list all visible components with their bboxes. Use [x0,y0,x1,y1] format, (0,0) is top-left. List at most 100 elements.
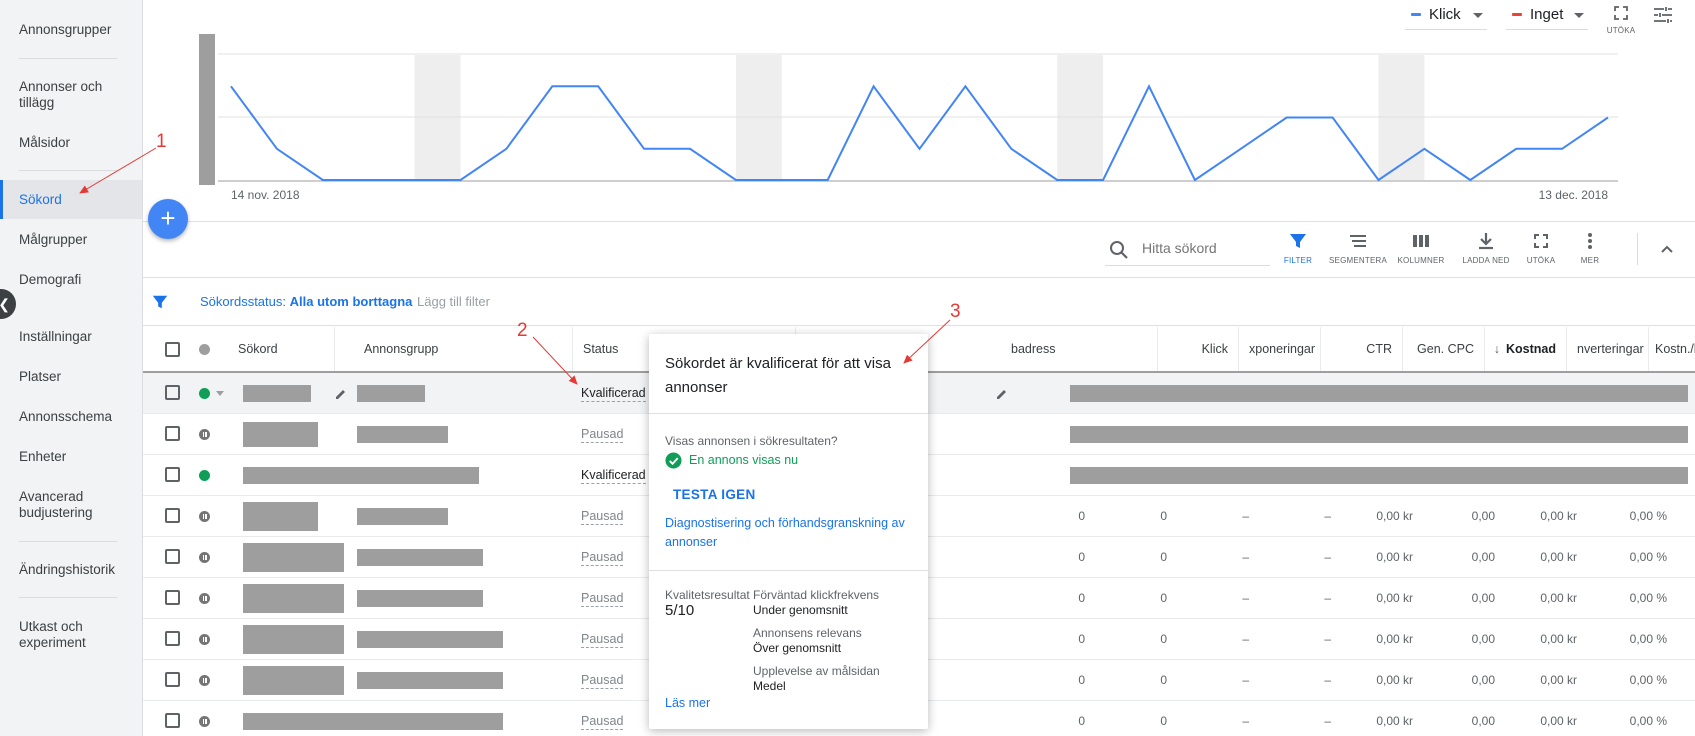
col-cpc[interactable]: Gen. CPC [1403,327,1485,371]
cell-cost: 0,00 kr [1376,509,1413,523]
select-all-checkbox[interactable] [165,342,180,357]
expand-label: UTÖKA [1526,256,1556,265]
cell-clicks: 0 [1078,714,1085,728]
edit-icon[interactable] [995,387,1009,401]
chevron-down-icon[interactable] [216,391,224,396]
sidebar-item-keywords[interactable]: Sökord [19,192,137,208]
status-paused[interactable]: Pausad [581,672,624,689]
col-cost-per-conv[interactable]: Kostn./konv. [1649,327,1695,371]
col-ctr[interactable]: CTR [1321,327,1403,371]
keyword-text-redacted [243,666,344,695]
status-qualified[interactable]: Kvalificerad [581,467,646,484]
columns-label: KOLUMNER [1397,256,1445,265]
collapse-chart-button[interactable] [1657,239,1677,259]
cell-conversions: 0,00 [1471,632,1495,646]
keyword-text-redacted [243,543,344,572]
row-checkbox[interactable] [165,508,180,523]
edit-icon[interactable] [334,387,348,401]
row-checkbox[interactable] [165,713,180,728]
cell-cost-per-conv: 0,00 kr [1540,673,1577,687]
status-paused-icon [199,429,210,440]
col-conversions[interactable]: nverteringar [1567,327,1649,371]
col-cost[interactable]: ↓ Kostnad [1485,327,1567,371]
row-checkbox[interactable] [165,631,180,646]
sidebar-divider [19,170,117,171]
cell-impressions: 0 [1160,591,1167,605]
sidebar-item-ad-schedule[interactable]: Annonsschema [19,409,137,425]
segment-icon [1350,235,1366,247]
status-enabled-icon [199,388,210,399]
status-paused[interactable]: Pausad [581,590,624,607]
status-paused[interactable]: Pausad [581,426,624,443]
landing-page-label: Upplevelse av målsidan [753,664,880,678]
more-button[interactable]: MER [1575,231,1605,265]
add-button[interactable]: + [148,199,188,239]
adgroup-text-redacted [357,385,425,402]
sidebar-item-drafts[interactable]: Utkast och experiment [19,619,137,651]
sidebar-item-locations[interactable]: Platser [19,369,137,385]
row-checkbox[interactable] [165,672,180,687]
filter-button[interactable]: FILTER [1278,231,1318,265]
row-checkbox[interactable] [165,385,180,400]
sidebar-divider [19,597,117,598]
sidebar-item-advanced-bid[interactable]: Avancerad budjustering [19,489,137,521]
cell-cpc: – [1324,632,1331,646]
sidebar-item-change-history[interactable]: Ändringshistorik [19,562,137,578]
sidebar-item-ad-groups[interactable]: Annonsgrupper [19,22,137,38]
expand-table-button[interactable]: UTÖKA [1523,231,1559,265]
status-paused[interactable]: Pausad [581,713,624,730]
sidebar-item-settings[interactable]: Inställningar [19,329,137,345]
adgroup-text-redacted [357,426,448,443]
diagnostics-link[interactable]: Diagnostisering och förhandsgranskning a… [665,514,915,552]
cell-ctr: – [1242,550,1249,564]
cell-ctr: – [1242,714,1249,728]
cell-clicks: 0 [1078,632,1085,646]
x-tick-end: 13 dec. 2018 [1539,188,1609,202]
sidebar-item-landing-pages[interactable]: Målsidor [19,135,137,151]
download-button[interactable]: LADDA NED [1462,231,1510,265]
keyword-status-popup: Sökordet är kvalificerat för att visa an… [649,334,928,729]
row-checkbox[interactable] [165,590,180,605]
col-clicks[interactable]: Klick [1093,327,1239,371]
status-filter-chip[interactable]: Sökordsstatus: Alla utom borttagna [200,294,412,309]
columns-button[interactable]: KOLUMNER [1396,231,1446,265]
app-root: Annonsgrupper Annonser och tillägg Målsi… [0,0,1695,736]
adgroup-text-redacted [357,508,448,525]
row-checkbox[interactable] [165,426,180,441]
segment-label: SEGMENTERA [1329,256,1388,265]
sidebar-item-devices[interactable]: Enheter [19,449,137,465]
sidebar-divider [19,58,117,59]
col-impressions[interactable]: xponeringar [1239,327,1321,371]
retry-button[interactable]: TESTA IGEN [673,487,756,502]
row-checkbox[interactable] [165,549,180,564]
cell-cpc: – [1324,591,1331,605]
search-input[interactable] [1142,240,1262,256]
cell-conv-rate: 0,00 % [1629,550,1667,564]
col-cost-label: Kostnad [1506,342,1556,356]
col-keyword[interactable]: Sökord [224,327,335,371]
plus-icon: + [160,203,176,233]
line-chart: 14 nov. 2018 13 dec. 2018 [199,34,1618,202]
expected-ctr-label: Förväntad klickfrekvens [753,588,880,602]
status-qualified[interactable]: Kvalificerad [581,385,646,402]
sidebar-item-ads[interactable]: Annonser och tillägg [19,79,137,111]
cell-impressions: 0 [1160,714,1167,728]
add-filter-button[interactable]: Lägg till filter [417,294,490,309]
adgroup-text-redacted [357,631,503,648]
status-paused[interactable]: Pausad [581,549,624,566]
status-paused-icon [199,675,210,686]
segment-button[interactable]: SEGMENTERA [1329,231,1387,265]
sidebar-item-audiences[interactable]: Målgrupper [19,232,137,248]
cell-conversions: 0,00 [1471,673,1495,687]
status-paused[interactable]: Pausad [581,508,624,525]
col-adgroup[interactable]: Annonsgrupp [354,327,573,371]
status-paused-icon [199,593,210,604]
row-checkbox[interactable] [165,467,180,482]
sidebar-item-demographics[interactable]: Demografi [19,272,137,288]
keyword-text-redacted [243,584,344,613]
keyword-text-redacted [243,467,479,484]
keyword-search[interactable] [1105,235,1270,266]
status-paused[interactable]: Pausad [581,631,624,648]
learn-more-link[interactable]: Läs mer [665,696,710,710]
cell-clicks: 0 [1078,509,1085,523]
